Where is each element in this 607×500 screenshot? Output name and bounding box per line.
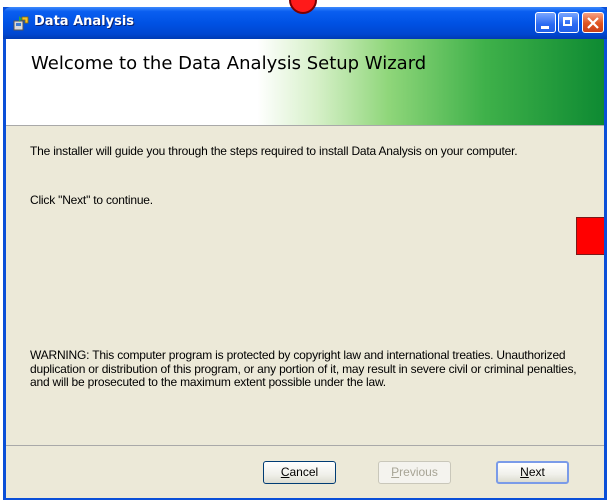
next-button[interactable]: Next [496,461,569,484]
maximize-button[interactable] [558,12,579,33]
wizard-footer: Cancel Previous Next [6,445,604,498]
copyright-warning: WARNING: This computer program is protec… [30,348,577,389]
previous-button[interactable]: Previous [378,461,451,484]
close-icon [587,17,599,29]
continue-text: Click "Next" to continue. [30,193,153,207]
window-title: Data Analysis [34,14,135,29]
close-button[interactable] [582,12,604,33]
previous-label: revious [399,465,438,479]
cancel-label: ancel [289,465,319,479]
next-accelerator: N [520,465,529,479]
wizard-banner: Welcome to the Data Analysis Setup Wizar… [6,39,604,126]
intro-text: The installer will guide you through the… [30,144,518,158]
installer-icon [13,15,29,31]
installer-window: Data Analysis Welcome to the Data Analys… [3,7,607,500]
banner-title: Welcome to the Data Analysis Setup Wizar… [31,53,427,74]
cancel-button[interactable]: Cancel [263,461,336,484]
wizard-client-area: Welcome to the Data Analysis Setup Wizar… [6,39,604,498]
next-label: ext [528,465,545,479]
red-square-marker [576,217,604,255]
wizard-content: The installer will guide you through the… [6,126,604,444]
previous-accelerator: P [391,465,400,479]
minimize-button[interactable] [535,12,556,33]
